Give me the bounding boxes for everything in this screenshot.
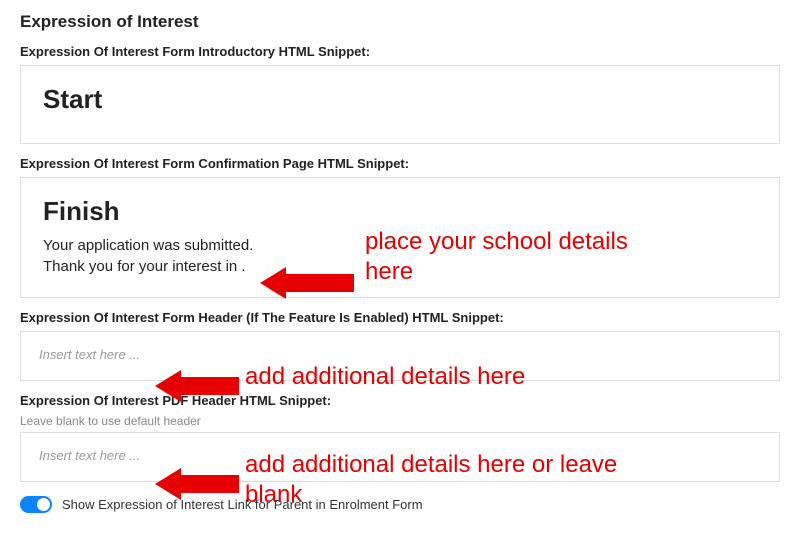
pdf-header-helper: Leave blank to use default header xyxy=(20,414,780,428)
intro-snippet-heading: Start xyxy=(43,84,757,115)
form-header-snippet-editor[interactable]: Insert text here ... xyxy=(20,331,780,381)
form-header-placeholder: Insert text here ... xyxy=(39,347,140,362)
pdf-header-snippet-editor[interactable]: Insert text here ... xyxy=(20,432,780,482)
toggle-row: Show Expression of Interest Link for Par… xyxy=(20,496,780,513)
pdf-header-placeholder: Insert text here ... xyxy=(39,448,140,463)
confirmation-snippet-line2: Thank you for your interest in . xyxy=(43,258,757,275)
confirmation-snippet-editor[interactable]: Finish Your application was submitted. T… xyxy=(20,177,780,298)
confirmation-snippet-heading: Finish xyxy=(43,196,757,227)
intro-snippet-editor[interactable]: Start xyxy=(20,65,780,144)
confirmation-snippet-label: Expression Of Interest Form Confirmation… xyxy=(20,156,780,171)
show-link-toggle-label: Show Expression of Interest Link for Par… xyxy=(62,497,423,512)
intro-snippet-label: Expression Of Interest Form Introductory… xyxy=(20,44,780,59)
section-title: Expression of Interest xyxy=(20,12,780,32)
pdf-header-snippet-label: Expression Of Interest PDF Header HTML S… xyxy=(20,393,780,408)
confirmation-snippet-line1: Your application was submitted. xyxy=(43,237,757,254)
form-header-snippet-label: Expression Of Interest Form Header (If T… xyxy=(20,310,780,325)
show-link-toggle[interactable] xyxy=(20,496,52,513)
toggle-knob xyxy=(37,498,50,511)
